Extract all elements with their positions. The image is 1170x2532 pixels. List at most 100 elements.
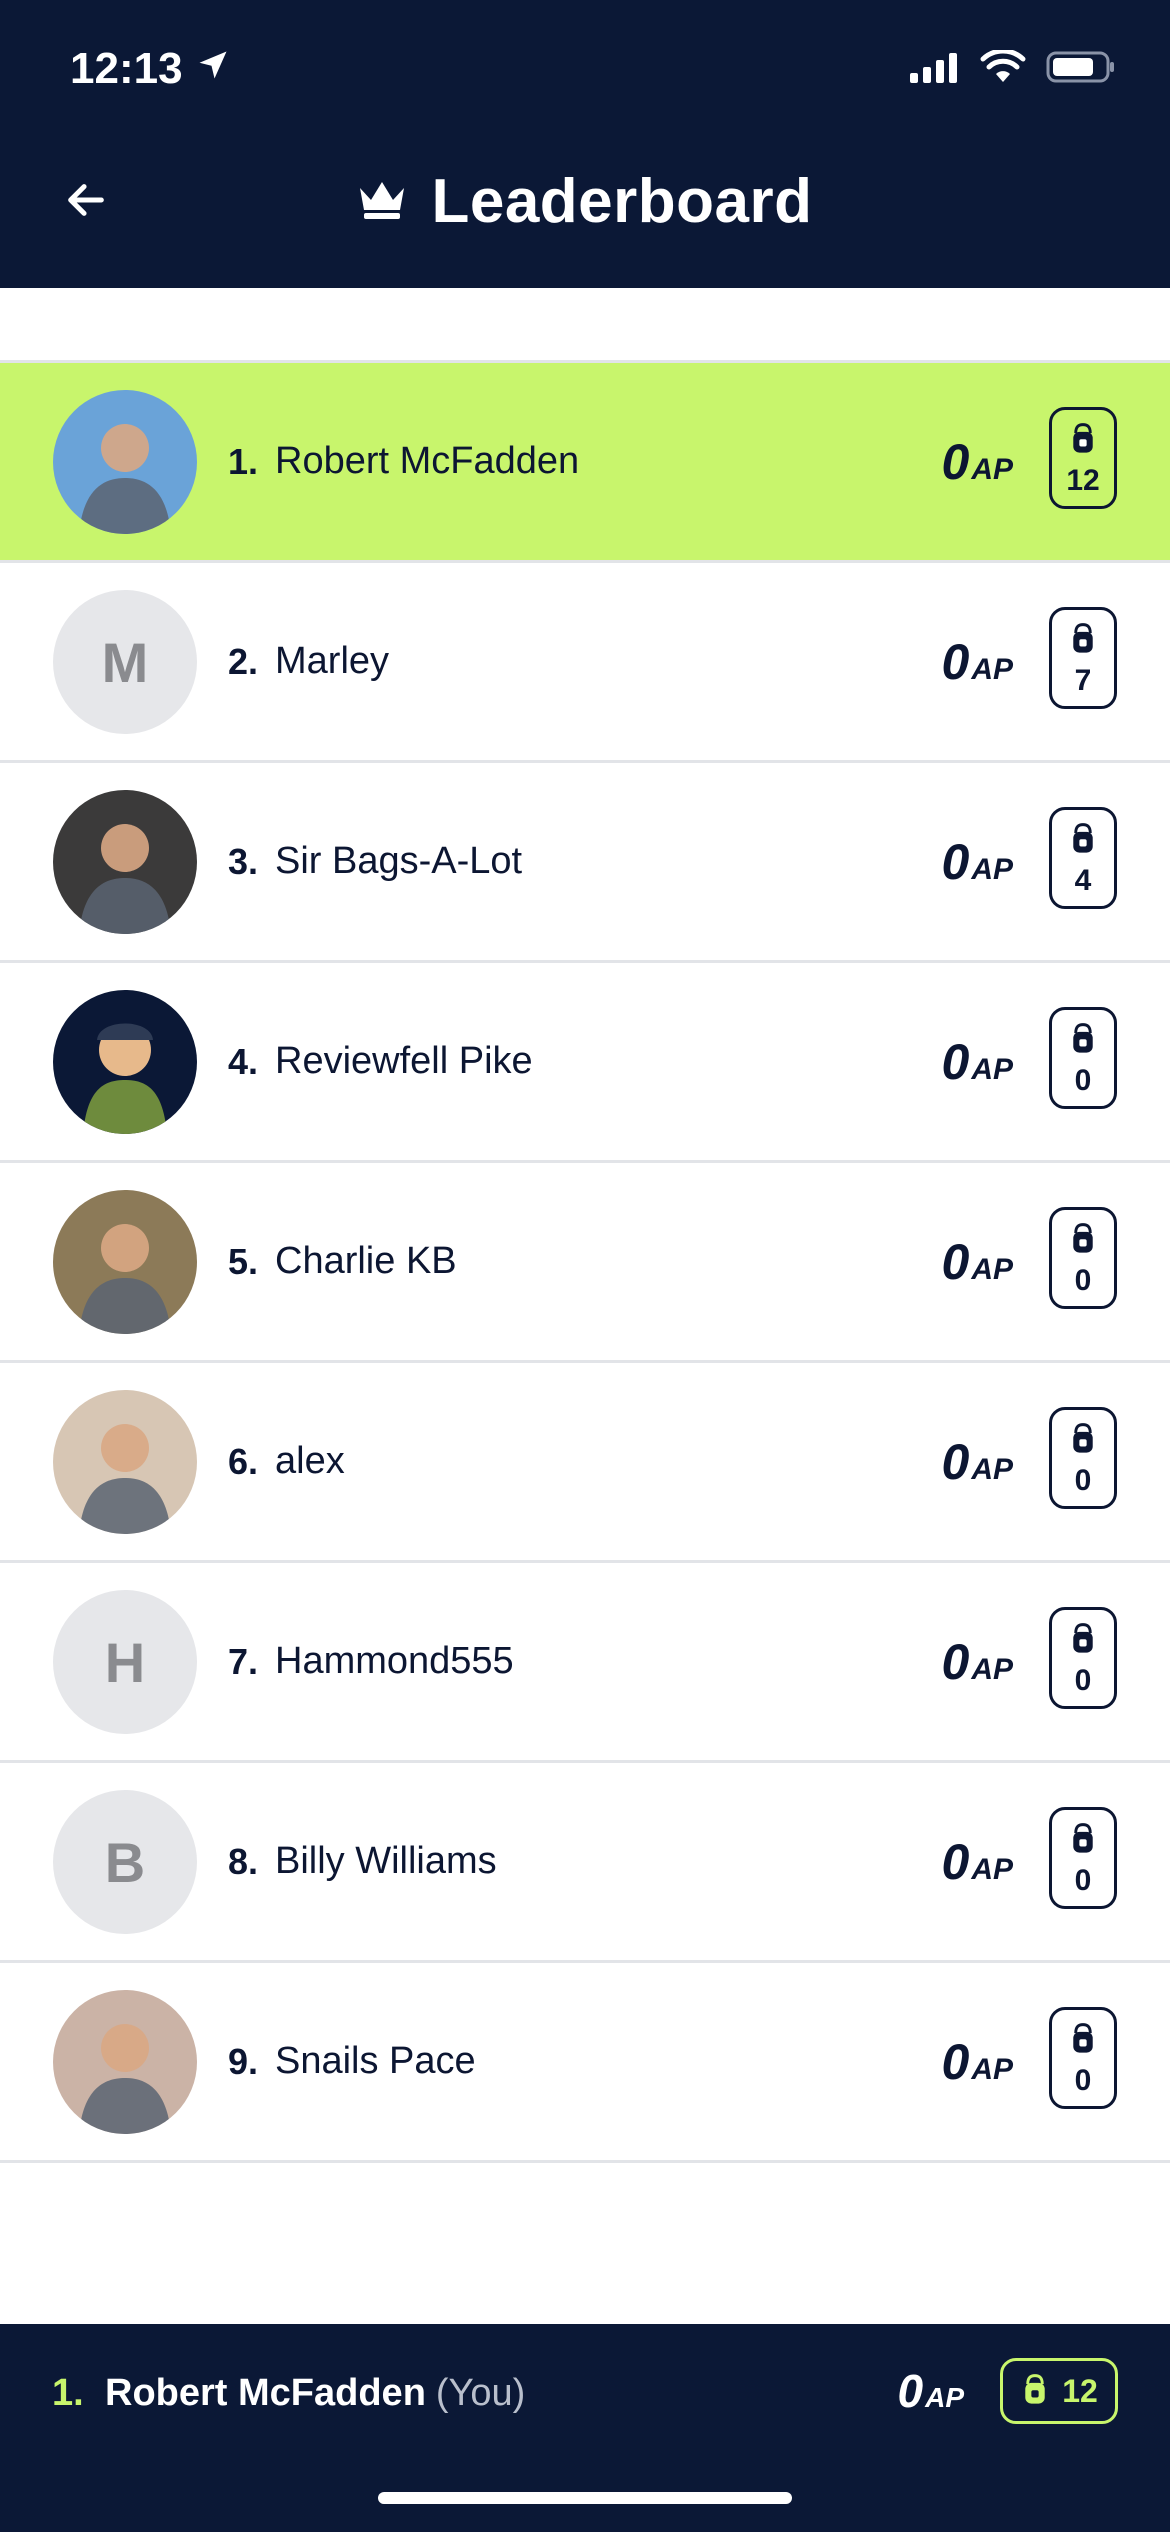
current-user-ap: 0 AP bbox=[898, 2364, 965, 2418]
player-name: Marley bbox=[275, 640, 390, 682]
rank-number: 8. bbox=[228, 1840, 259, 1882]
rank-number: 4. bbox=[228, 1040, 259, 1082]
battery-icon bbox=[1046, 50, 1116, 89]
ap-score: 0 AP bbox=[942, 2033, 1014, 2091]
leaderboard-row[interactable]: 4. Reviewfell Pike 0 AP 0 bbox=[0, 963, 1170, 1163]
player-name: Hammond555 bbox=[275, 1640, 514, 1682]
rank-number: 5. bbox=[228, 1240, 259, 1282]
backpack-icon bbox=[1020, 2372, 1050, 2411]
ap-value: 0 bbox=[941, 1833, 970, 1890]
player-name: Sir Bags-A-Lot bbox=[275, 840, 523, 882]
ap-unit: AP bbox=[971, 452, 1013, 486]
bag-count-badge: 0 bbox=[1049, 1407, 1117, 1509]
ap-score: 0 AP bbox=[942, 1633, 1014, 1691]
bag-count: 0 bbox=[1074, 1063, 1092, 1097]
leaderboard-row[interactable]: 6. alex 0 AP 0 bbox=[0, 1363, 1170, 1563]
bag-count-badge: 0 bbox=[1049, 1207, 1117, 1309]
current-user-name-text: Robert McFadden bbox=[105, 2372, 426, 2414]
current-user-bag-count: 12 bbox=[1062, 2372, 1098, 2409]
ap-score: 0 AP bbox=[942, 1833, 1014, 1891]
bag-count-badge: 7 bbox=[1049, 607, 1117, 709]
ap-score: 0 AP bbox=[942, 633, 1014, 691]
ap-unit: AP bbox=[971, 1252, 1013, 1286]
player-name: Charlie KB bbox=[275, 1240, 457, 1282]
ap-unit: AP bbox=[971, 852, 1013, 886]
bag-count-badge: 12 bbox=[1049, 407, 1117, 509]
rank-number: 6. bbox=[228, 1440, 259, 1482]
rank-number: 2. bbox=[228, 640, 259, 682]
ap-unit: AP bbox=[971, 652, 1013, 686]
leaderboard-row[interactable]: 1. Robert McFadden 0 AP 12 bbox=[0, 363, 1170, 563]
current-user-ap-value: 0 bbox=[897, 2365, 924, 2417]
avatar bbox=[53, 1190, 197, 1334]
player-name: Reviewfell Pike bbox=[275, 1040, 533, 1082]
ap-unit: AP bbox=[971, 1852, 1013, 1886]
ap-score: 0 AP bbox=[942, 1433, 1014, 1491]
avatar bbox=[53, 990, 197, 1134]
backpack-icon bbox=[1068, 2021, 1098, 2060]
bag-count: 4 bbox=[1074, 863, 1092, 897]
player-name: Billy Williams bbox=[275, 1840, 497, 1882]
ap-value: 0 bbox=[941, 433, 970, 490]
ap-value: 0 bbox=[941, 1033, 970, 1090]
bag-count-badge: 4 bbox=[1049, 807, 1117, 909]
status-time: 12:13 bbox=[70, 44, 231, 94]
leaderboard-row[interactable]: B 8. Billy Williams 0 AP 0 bbox=[0, 1763, 1170, 1963]
ap-score: 0 AP bbox=[942, 833, 1014, 891]
bag-count: 0 bbox=[1074, 1263, 1092, 1297]
page-title: Leaderboard bbox=[431, 167, 813, 236]
bag-count: 0 bbox=[1074, 1863, 1092, 1897]
avatar-initial: M bbox=[53, 590, 197, 734]
backpack-icon bbox=[1068, 421, 1098, 460]
bag-count-badge: 0 bbox=[1049, 1007, 1117, 1109]
avatar bbox=[53, 1990, 197, 2134]
bag-count-badge: 0 bbox=[1049, 1807, 1117, 1909]
bag-count: 7 bbox=[1074, 663, 1092, 697]
avatar-initial: H bbox=[53, 1590, 197, 1734]
rank-number: 9. bbox=[228, 2040, 259, 2082]
player-name: alex bbox=[275, 1440, 345, 1482]
bag-count: 12 bbox=[1066, 463, 1100, 497]
ap-value: 0 bbox=[941, 833, 970, 890]
bag-count: 0 bbox=[1074, 1663, 1092, 1697]
avatar bbox=[53, 790, 197, 934]
leaderboard-list: 1. Robert McFadden 0 AP 12 M 2. Marley 0 AP 7 3. Sir… bbox=[0, 360, 1170, 2163]
leaderboard-row[interactable]: H 7. Hammond555 0 AP 0 bbox=[0, 1563, 1170, 1763]
ap-unit: AP bbox=[971, 1452, 1013, 1486]
current-user-bag-badge: 12 bbox=[1000, 2358, 1118, 2424]
ap-score: 0 AP bbox=[942, 1233, 1014, 1291]
crown-icon bbox=[357, 178, 407, 225]
bag-count-badge: 0 bbox=[1049, 1607, 1117, 1709]
page-title-group: Leaderboard bbox=[0, 166, 1170, 237]
current-user-ap-unit: AP bbox=[925, 2382, 964, 2413]
avatar-initial: B bbox=[53, 1790, 197, 1934]
avatar bbox=[53, 390, 197, 534]
ap-value: 0 bbox=[941, 1233, 970, 1290]
current-user-name: Robert McFadden (You) bbox=[105, 2372, 525, 2415]
leaderboard-row[interactable]: 3. Sir Bags-A-Lot 0 AP 4 bbox=[0, 763, 1170, 963]
status-icons bbox=[910, 48, 1116, 89]
leaderboard-row[interactable]: 9. Snails Pace 0 AP 0 bbox=[0, 1963, 1170, 2163]
ap-value: 0 bbox=[941, 1633, 970, 1690]
current-user-rank: 1. bbox=[52, 2372, 84, 2414]
home-indicator bbox=[378, 2492, 792, 2504]
rank-number: 7. bbox=[228, 1640, 259, 1682]
ap-score: 0 AP bbox=[942, 433, 1014, 491]
ap-unit: AP bbox=[971, 1652, 1013, 1686]
backpack-icon bbox=[1068, 1221, 1098, 1260]
backpack-icon bbox=[1068, 1821, 1098, 1860]
current-user-bar[interactable]: 1. Robert McFadden (You) 0 AP 12 bbox=[0, 2324, 1170, 2532]
backpack-icon bbox=[1068, 1021, 1098, 1060]
status-time-text: 12:13 bbox=[70, 44, 183, 93]
bag-count-badge: 0 bbox=[1049, 2007, 1117, 2109]
player-name: Robert McFadden bbox=[275, 440, 580, 482]
ap-value: 0 bbox=[941, 633, 970, 690]
ap-unit: AP bbox=[971, 1052, 1013, 1086]
rank-number: 1. bbox=[228, 440, 259, 482]
rank-number: 3. bbox=[228, 840, 259, 882]
you-label: (You) bbox=[435, 2372, 526, 2414]
leaderboard-row[interactable]: M 2. Marley 0 AP 7 bbox=[0, 563, 1170, 763]
player-name: Snails Pace bbox=[275, 2040, 476, 2082]
leaderboard-row[interactable]: 5. Charlie KB 0 AP 0 bbox=[0, 1163, 1170, 1363]
cellular-signal-icon bbox=[910, 51, 960, 88]
